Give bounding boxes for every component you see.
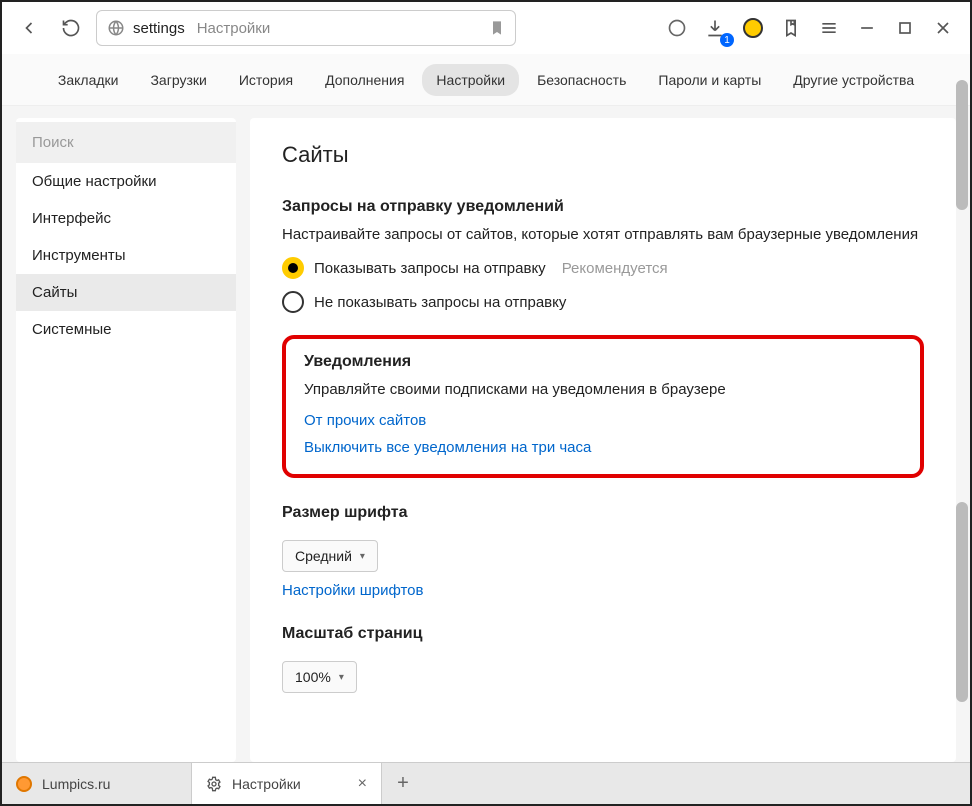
nav-history[interactable]: История <box>225 64 307 96</box>
nav-devices[interactable]: Другие устройства <box>779 64 928 96</box>
sidebar-item-interface[interactable]: Интерфейс <box>16 200 236 237</box>
chevron-down-icon: ▾ <box>360 551 365 562</box>
nav-security[interactable]: Безопасность <box>523 64 640 96</box>
section-notifications-title: Уведомления <box>304 353 902 371</box>
downloads-button[interactable] <box>698 11 732 45</box>
section-page-zoom-title: Масштаб страниц <box>282 625 924 643</box>
tab-settings[interactable]: Настройки × <box>192 763 382 804</box>
section-font-size-title: Размер шрифта <box>282 504 924 522</box>
alice-icon[interactable] <box>660 11 694 45</box>
radio-icon <box>282 257 304 279</box>
page-scrollbar-bottom[interactable] <box>956 502 968 702</box>
url-title: Настройки <box>197 20 271 37</box>
bookmark-icon[interactable] <box>489 20 505 36</box>
bookmarks-button[interactable] <box>774 11 808 45</box>
nav-passwords[interactable]: Пароли и карты <box>644 64 775 96</box>
close-icon[interactable]: × <box>358 775 367 793</box>
nav-addons[interactable]: Дополнения <box>311 64 418 96</box>
radio-icon <box>282 291 304 313</box>
link-font-settings[interactable]: Настройки шрифтов <box>282 582 924 599</box>
extension-icon[interactable] <box>736 11 770 45</box>
settings-sidebar: Поиск Общие настройки Интерфейс Инструме… <box>16 118 236 762</box>
sidebar-item-general[interactable]: Общие настройки <box>16 163 236 200</box>
sidebar-item-tools[interactable]: Инструменты <box>16 237 236 274</box>
window-close[interactable] <box>926 11 960 45</box>
new-tab-button[interactable]: + <box>382 763 424 804</box>
nav-downloads[interactable]: Загрузки <box>136 64 220 96</box>
url-protocol: settings <box>133 20 185 37</box>
address-bar[interactable]: settings Настройки <box>96 10 516 46</box>
tab-lumpics[interactable]: Lumpics.ru <box>2 763 192 804</box>
tab-label: Lumpics.ru <box>42 776 110 792</box>
page-scrollbar-top[interactable] <box>956 80 968 210</box>
font-size-select[interactable]: Средний ▾ <box>282 540 378 572</box>
radio-label: Показывать запросы на отправку <box>314 260 546 277</box>
radio-show-requests[interactable]: Показывать запросы на отправку Рекоменду… <box>282 257 924 279</box>
menu-button[interactable] <box>812 11 846 45</box>
back-button[interactable] <box>12 11 46 45</box>
tab-label: Настройки <box>232 776 301 792</box>
select-value: Средний <box>295 548 352 564</box>
radio-hide-requests[interactable]: Не показывать запросы на отправку <box>282 291 924 313</box>
select-value: 100% <box>295 669 331 685</box>
browser-toolbar: settings Настройки <box>2 2 970 54</box>
window-minimize[interactable] <box>850 11 884 45</box>
page-title: Сайты <box>282 142 924 168</box>
site-icon <box>107 19 125 37</box>
section-notifications-desc: Управляйте своими подписками на уведомле… <box>304 381 902 398</box>
reload-button[interactable] <box>54 11 88 45</box>
gear-icon <box>206 776 222 792</box>
nav-bookmarks[interactable]: Закладки <box>44 64 133 96</box>
notifications-highlight-box: Уведомления Управляйте своими подписками… <box>282 335 924 478</box>
nav-settings[interactable]: Настройки <box>422 64 519 96</box>
page-zoom-select[interactable]: 100% ▾ <box>282 661 357 693</box>
app-body: Поиск Общие настройки Интерфейс Инструме… <box>2 106 970 762</box>
tab-strip: Lumpics.ru Настройки × + <box>2 762 970 804</box>
sidebar-item-sites[interactable]: Сайты <box>16 274 236 311</box>
section-notif-requests-desc: Настраивайте запросы от сайтов, которые … <box>282 226 924 243</box>
sidebar-search[interactable]: Поиск <box>16 122 236 163</box>
chevron-down-icon: ▾ <box>339 672 344 683</box>
radio-hint: Рекомендуется <box>562 260 668 277</box>
favicon-icon <box>16 776 32 792</box>
link-other-sites[interactable]: От прочих сайтов <box>304 412 902 429</box>
radio-label: Не показывать запросы на отправку <box>314 294 566 311</box>
sidebar-item-system[interactable]: Системные <box>16 311 236 348</box>
section-notif-requests-title: Запросы на отправку уведомлений <box>282 198 924 216</box>
settings-content: Сайты Запросы на отправку уведомлений На… <box>250 118 956 762</box>
settings-top-nav: Закладки Загрузки История Дополнения Нас… <box>2 54 970 106</box>
window-maximize[interactable] <box>888 11 922 45</box>
link-disable-3h[interactable]: Выключить все уведомления на три часа <box>304 439 902 456</box>
